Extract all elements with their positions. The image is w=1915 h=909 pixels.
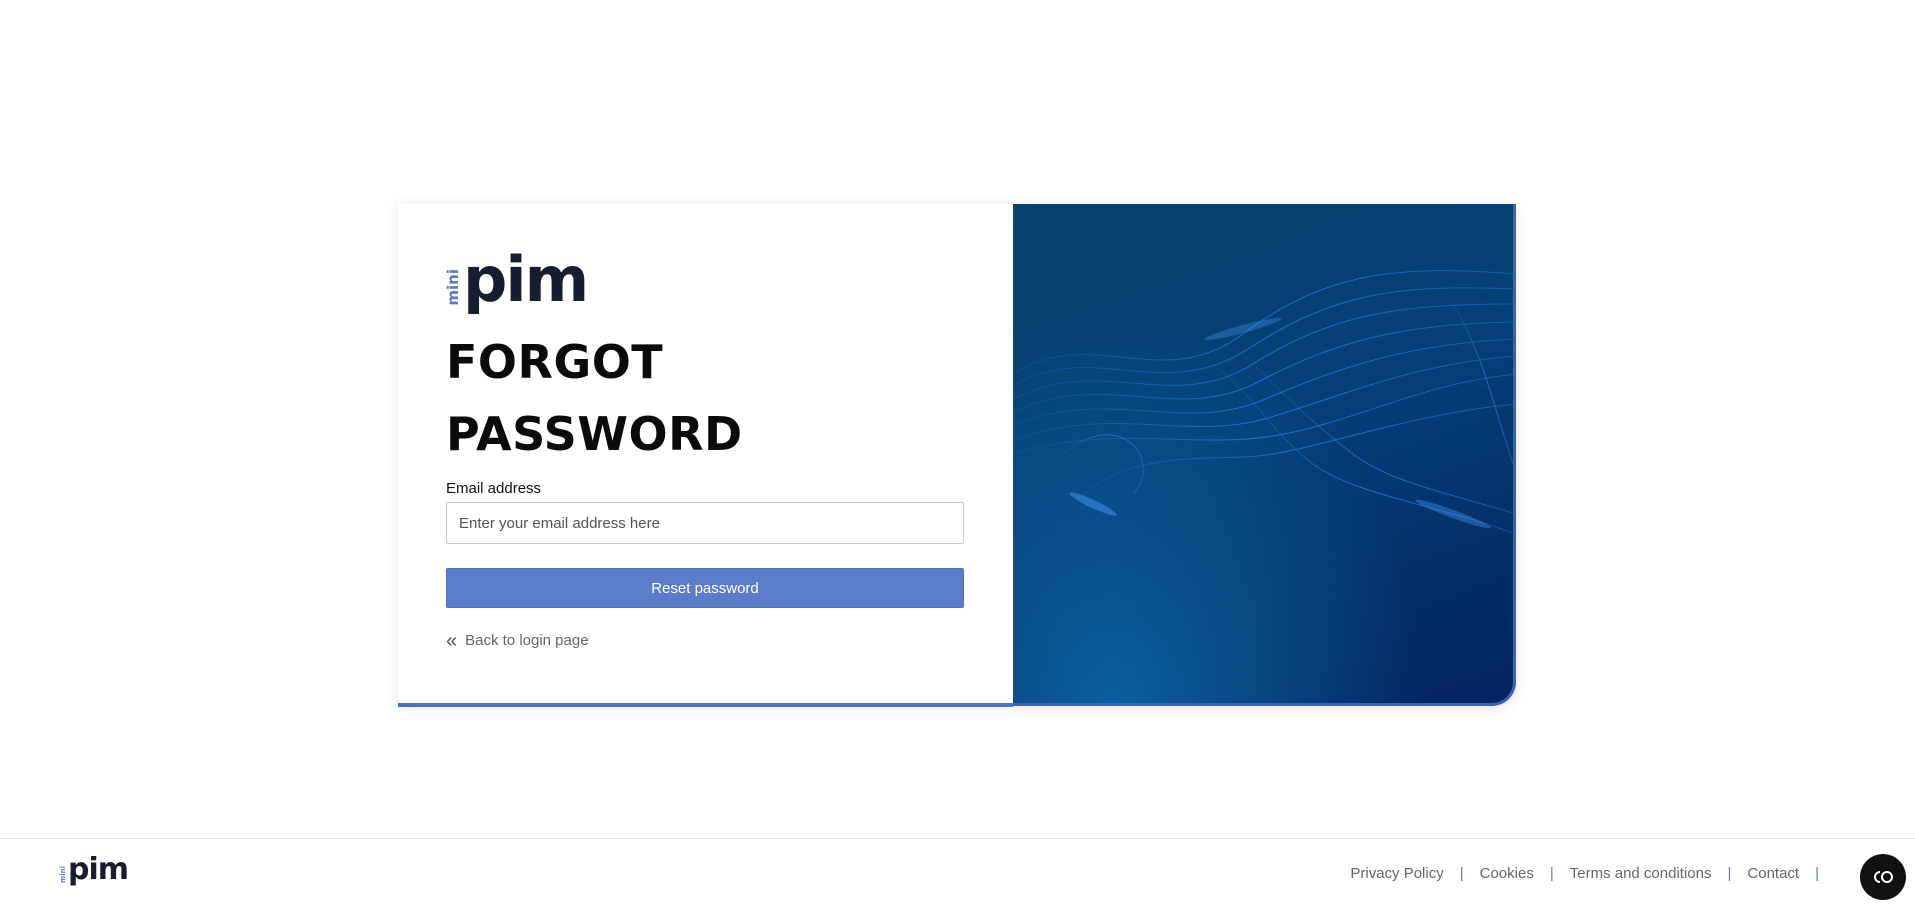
decorative-wave-image bbox=[1013, 204, 1516, 706]
footer-separator: | bbox=[1459, 865, 1464, 882]
contact-link[interactable]: Contact bbox=[1747, 865, 1799, 882]
forgot-password-card: mini pim FORGOT PASSWORD Email address R… bbox=[398, 204, 1516, 707]
privacy-policy-link[interactable]: Privacy Policy bbox=[1350, 865, 1443, 882]
cookie-consent-button[interactable] bbox=[1860, 854, 1906, 900]
brand-logo: mini pim bbox=[444, 243, 589, 316]
logo-name: pim bbox=[463, 243, 589, 316]
reset-password-button[interactable]: Reset password bbox=[446, 568, 964, 608]
page-title-line-2: PASSWORD bbox=[446, 407, 743, 461]
back-to-login-link[interactable]: « Back to login page bbox=[446, 629, 589, 652]
back-to-login-label: Back to login page bbox=[465, 632, 589, 649]
email-field[interactable] bbox=[446, 502, 964, 544]
page-title: FORGOT PASSWORD bbox=[446, 326, 846, 470]
page-footer: mini pim Privacy Policy | Cookies | Term… bbox=[0, 838, 1915, 909]
terms-link[interactable]: Terms and conditions bbox=[1570, 865, 1712, 882]
footer-logo-name: pim bbox=[68, 852, 129, 887]
footer-logo-prefix: mini bbox=[59, 865, 67, 883]
cookies-link[interactable]: Cookies bbox=[1480, 865, 1534, 882]
footer-separator: | bbox=[1549, 865, 1554, 882]
footer-separator: | bbox=[1727, 865, 1732, 882]
footer-links: Privacy Policy | Cookies | Terms and con… bbox=[1350, 865, 1835, 882]
wave-mesh-graphic bbox=[1013, 270, 1513, 534]
page-title-line-1: FORGOT bbox=[446, 335, 664, 389]
email-label: Email address bbox=[446, 480, 542, 497]
form-panel: mini pim FORGOT PASSWORD Email address R… bbox=[398, 204, 1013, 707]
double-chevron-left-icon: « bbox=[446, 629, 458, 652]
logo-prefix: mini bbox=[444, 269, 462, 306]
footer-logo[interactable]: mini pim bbox=[59, 852, 129, 887]
cookie-consent-icon bbox=[1874, 871, 1893, 883]
footer-separator: | bbox=[1815, 865, 1819, 882]
